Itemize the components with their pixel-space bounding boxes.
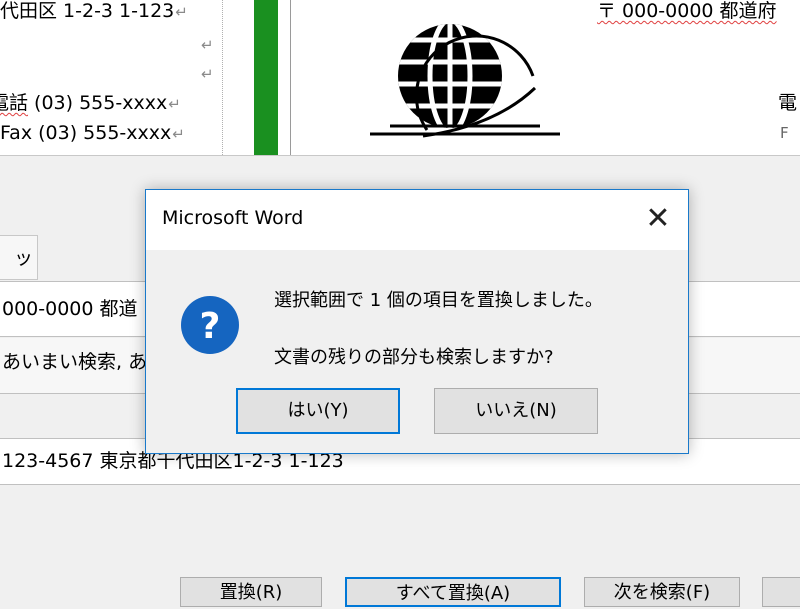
document-area: 代田区 1-2-3 1-123↵ ↵ ↵ 電話 (03) 555-xxxx↵ F… [0,0,800,156]
message-box-dialog: Microsoft Word ✕ ? 選択範囲で 1 個の項目を置換しました。 … [145,189,689,454]
right-tel-text: 電 [778,92,798,114]
globe-logo-icon [370,24,560,138]
phone-text: (03) 555-xxxx [28,92,168,114]
yes-button[interactable]: はい(Y) [236,388,400,434]
question-glyph: ? [200,306,221,347]
dialog-title: Microsoft Word [162,207,304,229]
find-next-button-label: 次を検索(F) [613,582,711,603]
phone-label: 電話 [0,92,29,114]
paragraph-mark-icon: ↵ [201,36,214,54]
right-fax-line: F [780,122,789,144]
right-tel-line: 電 [778,92,797,114]
paragraph-mark-icon: ↵ [168,95,181,113]
close-icon: ✕ [645,201,671,236]
green-divider-bar [254,0,278,155]
empty-line: ↵ [200,62,214,85]
empty-line: ↵ [200,33,214,56]
no-button-label: いいえ(N) [475,400,557,421]
no-button[interactable]: いいえ(N) [434,388,598,434]
right-address-text: 〒 000-0000 都道府 [597,0,777,22]
paragraph-mark-icon: ↵ [175,3,188,21]
replace-button-label: 置換(R) [219,582,283,603]
paragraph-mark-icon: ↵ [201,65,214,83]
dialog-titlebar: Microsoft Word ✕ [146,190,688,250]
find-what-value: 000-0000 都道 [2,298,138,320]
paragraph-mark-icon: ↵ [172,125,185,143]
right-fax-text: F [780,124,789,142]
column-divider [290,0,291,155]
message-line-2: 文書の残りの部分も検索しますか? [274,347,554,368]
address-text: 代田区 1-2-3 1-123 [0,0,175,22]
tab-label: ップ [13,247,33,269]
right-address-line: 〒 000-0000 都道府 [597,0,777,22]
fax-text: Fax (03) 555-xxxx [0,122,172,144]
message-line-1: 選択範囲で 1 個の項目を置換しました。 [274,290,603,311]
question-icon: ? [181,296,239,354]
close-button[interactable]: ✕ [628,190,688,250]
tab-replace[interactable]: ップ [0,235,38,280]
phone-line: 電話 (03) 555-xxxx↵ [0,92,181,115]
replace-all-button-label: すべて置換(A) [395,583,511,604]
fax-line: Fax (03) 555-xxxx↵ [0,122,185,145]
yes-button-label: はい(Y) [287,400,349,421]
text-boundary-line [222,0,223,155]
address-line: 代田区 1-2-3 1-123↵ [0,0,188,23]
